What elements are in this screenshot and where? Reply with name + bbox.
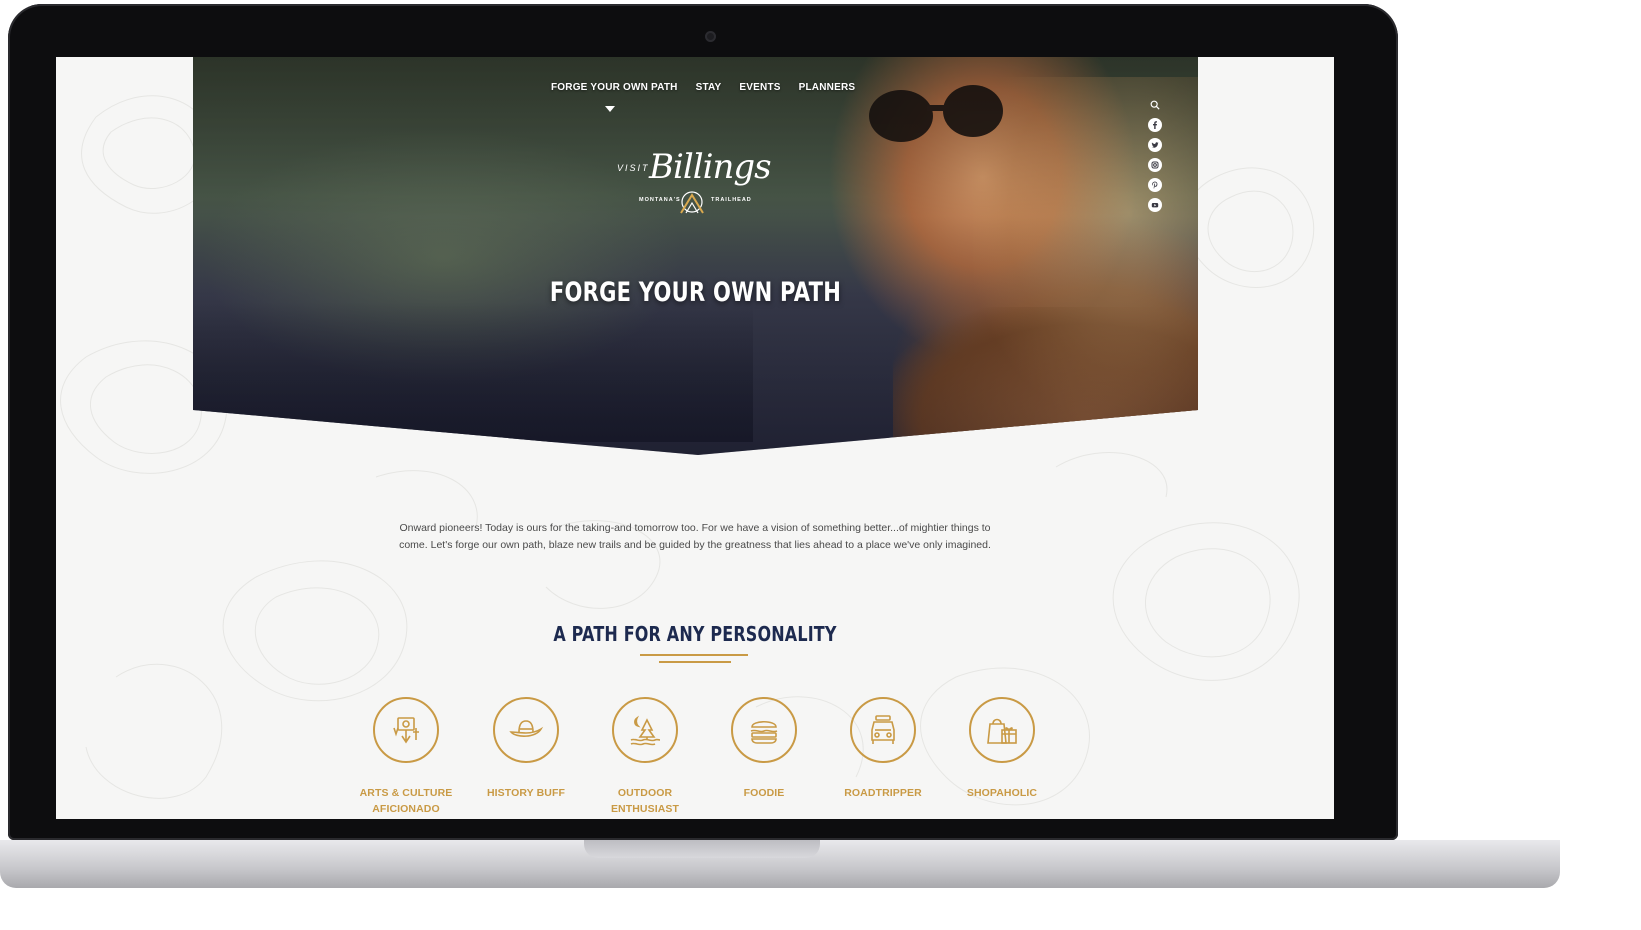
title-underline (640, 654, 748, 656)
persona-circle (373, 697, 439, 763)
logo-name-text: Billings (649, 147, 772, 187)
youtube-icon[interactable] (1148, 198, 1162, 212)
persona-circle (612, 697, 678, 763)
main-nav: FORGE YOUR OWN PATH STAY EVENTS PLANNERS (551, 82, 855, 93)
title-underline-short (659, 661, 731, 663)
persona-label: ROADTRIPPER (844, 787, 922, 799)
nav-forge-your-own-path[interactable]: FORGE YOUR OWN PATH (551, 82, 678, 93)
camera (705, 31, 716, 42)
persona-circle (731, 697, 797, 763)
car-icon (871, 715, 895, 744)
persona-shopaholic[interactable]: SHOPAHOLIC (942, 697, 1062, 801)
section-title: A PATH FOR ANY PERSONALITY (553, 622, 837, 646)
mountain-logo-icon (680, 191, 704, 214)
persona-label: ARTS & CULTURE AFICIONADO (359, 787, 453, 815)
persona-label: OUTDOOR ENTHUSIAST (610, 787, 680, 815)
persona-roadtripper[interactable]: ROADTRIPPER (823, 697, 943, 801)
persona-list: ARTS & CULTURE AFICIONADO HISTORY BUFF O… (346, 697, 1046, 819)
nav-planners[interactable]: PLANNERS (799, 82, 856, 93)
persona-outdoor-enthusiast[interactable]: OUTDOOR ENTHUSIAST (585, 697, 705, 817)
social-links (1148, 98, 1162, 212)
website-screen: FORGE YOUR OWN PATH STAY EVENTS PLANNERS… (56, 57, 1334, 819)
persona-circle (493, 697, 559, 763)
facebook-icon[interactable] (1148, 118, 1162, 132)
arts-icon (393, 717, 419, 744)
logo-tagline-right: TRAILHEAD (711, 197, 752, 203)
persona-label: FOODIE (743, 787, 785, 799)
burger-icon (750, 720, 778, 744)
nav-stay[interactable]: STAY (696, 82, 722, 93)
persona-circle (969, 697, 1035, 763)
outdoor-icon (630, 715, 661, 746)
hero-banner: FORGE YOUR OWN PATH STAY EVENTS PLANNERS… (193, 57, 1198, 455)
shopping-icon (987, 718, 1017, 744)
intro-paragraph: Onward pioneers! Today is ours for the t… (399, 522, 991, 551)
nav-events[interactable]: EVENTS (739, 82, 780, 93)
search-icon[interactable] (1148, 98, 1162, 112)
persona-label: HISTORY BUFF (486, 787, 565, 799)
persona-label: SHOPAHOLIC (966, 787, 1038, 799)
hero-title: FORGE YOUR OWN PATH (549, 277, 842, 308)
logo-visit-text: VISIT (617, 163, 650, 173)
logo-tagline-left: MONTANA'S (639, 197, 681, 203)
nav-active-caret-icon (605, 106, 615, 112)
pinterest-icon[interactable] (1148, 178, 1162, 192)
persona-circle (850, 697, 916, 763)
persona-history-buff[interactable]: HISTORY BUFF (466, 697, 586, 801)
laptop-notch (584, 840, 820, 858)
twitter-icon[interactable] (1148, 138, 1162, 152)
persona-foodie[interactable]: FOODIE (704, 697, 824, 801)
instagram-icon[interactable] (1148, 158, 1162, 172)
hat-icon (509, 720, 544, 737)
hero-overlay (193, 57, 1198, 455)
visit-billings-logo[interactable]: VISIT Billings MONTANA'S TRAILHEAD (611, 147, 781, 219)
persona-arts-culture[interactable]: ARTS & CULTURE AFICIONADO (346, 697, 466, 817)
